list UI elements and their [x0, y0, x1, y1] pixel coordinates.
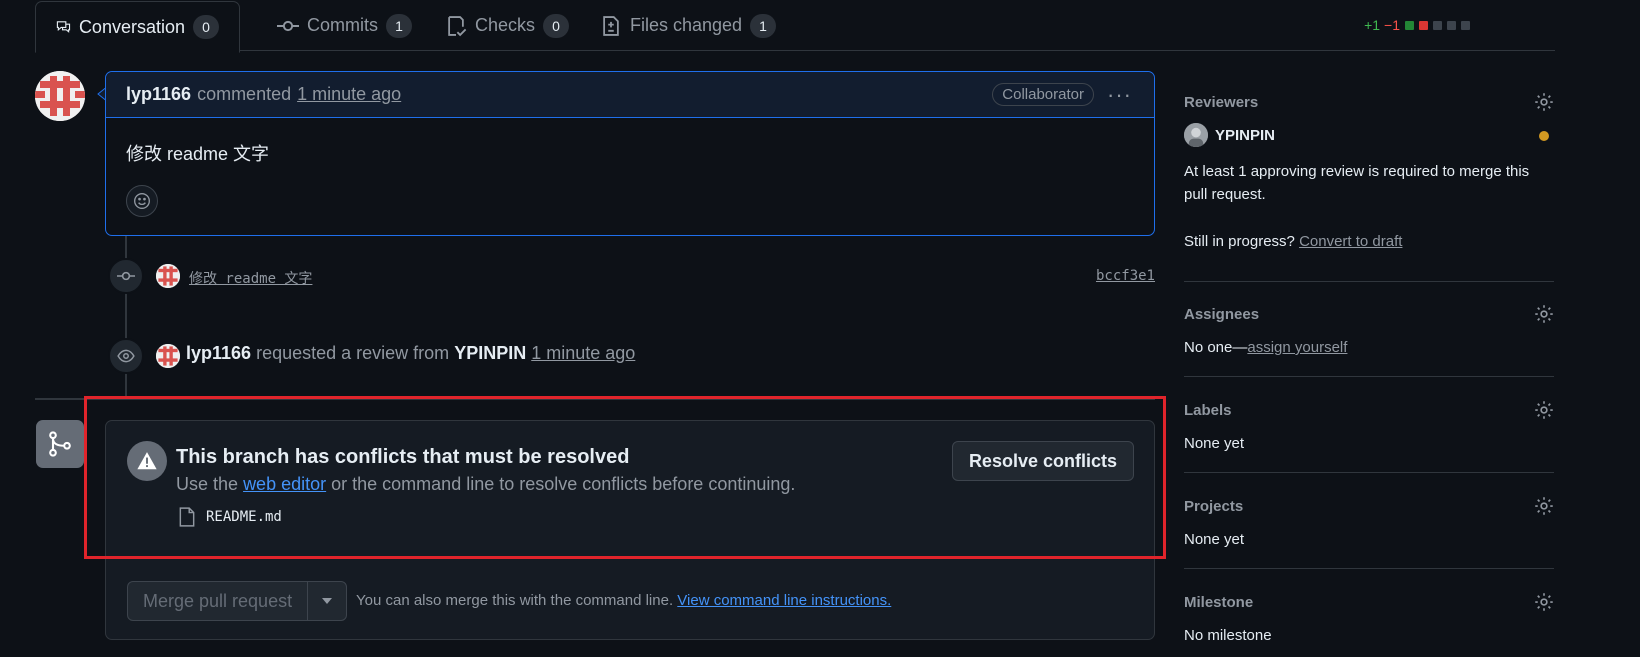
convert-to-draft-link[interactable]: Convert to draft	[1299, 233, 1402, 250]
collaborator-badge: Collaborator	[992, 83, 1094, 106]
commit-message-link[interactable]: 修改 readme 文字	[189, 268, 312, 288]
assignees-title[interactable]: Assignees	[1184, 306, 1259, 323]
merge-note-text: You can also merge this with the command…	[356, 592, 674, 609]
event-time[interactable]: 1 minute ago	[531, 343, 635, 363]
review-request-event: lyp1166 requested a review from YPINPIN …	[186, 343, 635, 364]
diffstat-box-deleted	[1419, 20, 1428, 30]
tab-count: 1	[750, 13, 777, 38]
commit-badge	[108, 258, 144, 294]
diffstat-box-neutral	[1433, 20, 1442, 30]
highlight-frame	[84, 396, 1166, 559]
command-line-instructions-link[interactable]: View command line instructions.	[677, 592, 891, 609]
event-actor[interactable]: lyp1166	[186, 343, 251, 363]
diff-additions: +1	[1364, 17, 1381, 33]
labels-title[interactable]: Labels	[1184, 402, 1232, 419]
tab-count: 0	[543, 13, 570, 38]
pending-review-dot	[1539, 131, 1549, 141]
diffstat-box-neutral	[1461, 20, 1470, 30]
avatar-commit-author[interactable]	[156, 264, 180, 288]
comment-author[interactable]: lyp1166	[126, 84, 191, 105]
tab-label: Files changed	[630, 15, 743, 35]
tab-files-changed[interactable]: Files changed 1	[580, 0, 796, 51]
tab-label: Conversation	[78, 16, 185, 37]
draft-prompt: Still in progress? Convert to draft	[1184, 230, 1402, 253]
diffstat: +1 −1	[1364, 17, 1470, 33]
milestone-value: No milestone	[1184, 627, 1272, 644]
tab-count: 1	[386, 13, 412, 38]
triangle-down-icon	[322, 598, 333, 604]
identicon-icon	[156, 264, 180, 288]
projects-title[interactable]: Projects	[1184, 498, 1243, 515]
reviewer-name[interactable]: YPINPIN	[1215, 124, 1275, 147]
file-diff-icon	[603, 15, 619, 36]
eye-icon	[117, 349, 135, 363]
avatar-requester[interactable]	[156, 344, 180, 368]
add-reaction-button[interactable]	[126, 185, 158, 217]
commit-sha-link[interactable]: bccf3e1	[1096, 268, 1155, 284]
gear-icon[interactable]	[1534, 304, 1554, 324]
avatar-reviewer[interactable]	[1184, 123, 1208, 147]
reviewers-title[interactable]: Reviewers	[1184, 94, 1258, 111]
diffstat-box-added	[1405, 20, 1414, 30]
diffstat-box-neutral	[1447, 20, 1456, 30]
milestone-title[interactable]: Milestone	[1184, 594, 1253, 611]
avatar-comment-author[interactable]	[35, 71, 85, 121]
identicon-icon	[35, 71, 85, 121]
comment-time[interactable]: 1 minute ago	[297, 84, 401, 105]
event-text: requested a review from	[256, 343, 450, 363]
labels-value: None yet	[1184, 435, 1245, 452]
assignees-value: No one—assign yourself	[1184, 336, 1347, 359]
gear-icon[interactable]	[1534, 496, 1554, 516]
git-commit-icon	[277, 20, 299, 31]
sidebar-labels: Labels None yet	[1184, 400, 1554, 473]
review-required-notice: At least 1 approving review is required …	[1184, 163, 1530, 203]
sidebar-reviewers: Reviewers YPINPIN At least 1 approving r…	[1184, 92, 1554, 282]
review-request-badge	[108, 338, 144, 374]
comment-discussion-icon	[56, 21, 71, 33]
merge-button-group: Merge pull request	[127, 581, 348, 621]
tab-label: Checks	[475, 15, 536, 35]
git-commit-icon	[117, 271, 135, 281]
tab-label: Commits	[307, 15, 378, 35]
merge-note: You can also merge this with the command…	[356, 592, 891, 609]
tab-count: 0	[193, 15, 219, 39]
diff-deletions: −1	[1384, 17, 1400, 33]
smiley-icon	[134, 193, 150, 209]
tab-commits[interactable]: Commits 1	[257, 0, 432, 51]
pr-description-comment: lyp1166 commented 1 minute ago Collabora…	[105, 71, 1155, 236]
tab-conversation[interactable]: Conversation 0	[35, 1, 240, 53]
assign-yourself-link[interactable]: assign yourself	[1247, 339, 1347, 356]
merge-status-badge	[36, 420, 84, 468]
tab-checks[interactable]: Checks 0	[425, 0, 589, 51]
draft-pre: Still in progress?	[1184, 233, 1295, 250]
comment-body: 修改 readme 文字	[126, 144, 270, 164]
identicon-icon	[156, 344, 180, 368]
sidebar-projects: Projects None yet	[1184, 496, 1554, 569]
gear-icon[interactable]	[1534, 92, 1554, 112]
comment-header: lyp1166 commented 1 minute ago Collabora…	[106, 72, 1154, 118]
comment-verb: commented	[197, 84, 292, 104]
sidebar-assignees: Assignees No one—assign yourself	[1184, 304, 1554, 377]
projects-value: None yet	[1184, 531, 1245, 548]
event-reviewer[interactable]: YPINPIN	[454, 343, 526, 363]
photo-avatar-icon	[1184, 123, 1208, 147]
gear-icon[interactable]	[1534, 592, 1554, 612]
checklist-icon	[448, 15, 467, 36]
sidebar-milestone: Milestone No milestone	[1184, 592, 1554, 657]
pr-tab-bar: Conversation 0 Commits 1 Checks 0 Files …	[35, 0, 1555, 53]
merge-pull-request-button[interactable]: Merge pull request	[128, 582, 309, 620]
kebab-menu-icon[interactable]: ···	[1107, 82, 1132, 108]
git-merge-icon	[49, 431, 71, 457]
merge-options-dropdown[interactable]	[308, 582, 346, 620]
gear-icon[interactable]	[1534, 400, 1554, 420]
assignees-none: No one—	[1184, 339, 1248, 356]
